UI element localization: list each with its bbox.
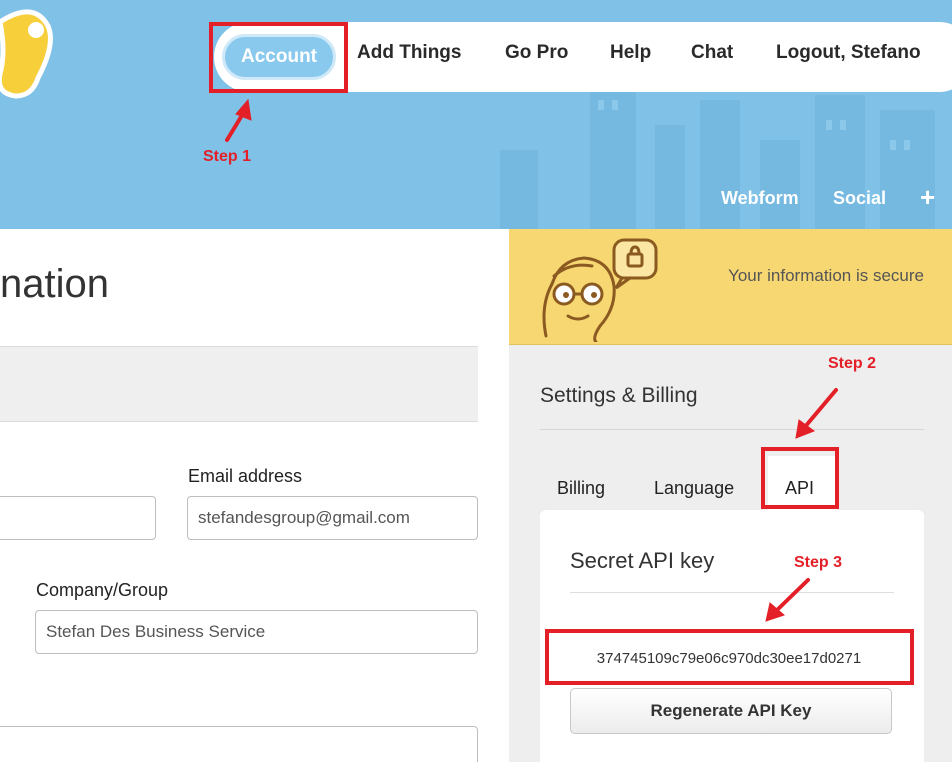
company-field[interactable]: Stefan Des Business Service [35,610,478,654]
app-header: Account Add Things Go Pro Help Chat Logo… [0,0,952,229]
tab-billing[interactable]: Billing [557,478,605,499]
step2-label: Step 2 [828,355,877,372]
nav-add-things[interactable]: Add Things [357,42,461,64]
settings-billing-title: Settings & Billing [540,384,698,407]
email-label: Email address [188,466,303,486]
secret-api-key-title: Secret API key [570,548,715,573]
nav-go-pro[interactable]: Go Pro [505,42,568,64]
name-field[interactable] [0,496,156,540]
subnav-webform[interactable]: Webform [721,188,799,209]
nav-help[interactable]: Help [610,42,651,64]
page-title: nation [0,262,109,306]
mascot-lock-icon [542,238,658,342]
step3-label: Step 3 [794,554,843,571]
additional-field[interactable] [0,726,478,762]
logo-icon[interactable] [0,4,56,104]
tab-language[interactable]: Language [654,478,734,499]
section-header-band [0,346,478,422]
step1-highlight-box [209,22,348,93]
step1-label: Step 1 [203,148,252,165]
company-label: Company/Group [36,580,169,600]
secure-text: Your information is secure [728,266,924,285]
regenerate-api-key-button[interactable]: Regenerate API Key [570,688,892,734]
nav-logout[interactable]: Logout, Stefano [776,42,921,64]
divider [540,429,924,430]
email-field[interactable]: stefandesgroup@gmail.com [187,496,478,540]
step3-highlight-box [545,629,914,685]
add-plus-icon[interactable]: + [920,182,935,213]
divider [570,592,894,593]
step2-highlight-box [761,447,839,509]
subnav-social[interactable]: Social [833,188,886,209]
nav-chat[interactable]: Chat [691,42,733,64]
